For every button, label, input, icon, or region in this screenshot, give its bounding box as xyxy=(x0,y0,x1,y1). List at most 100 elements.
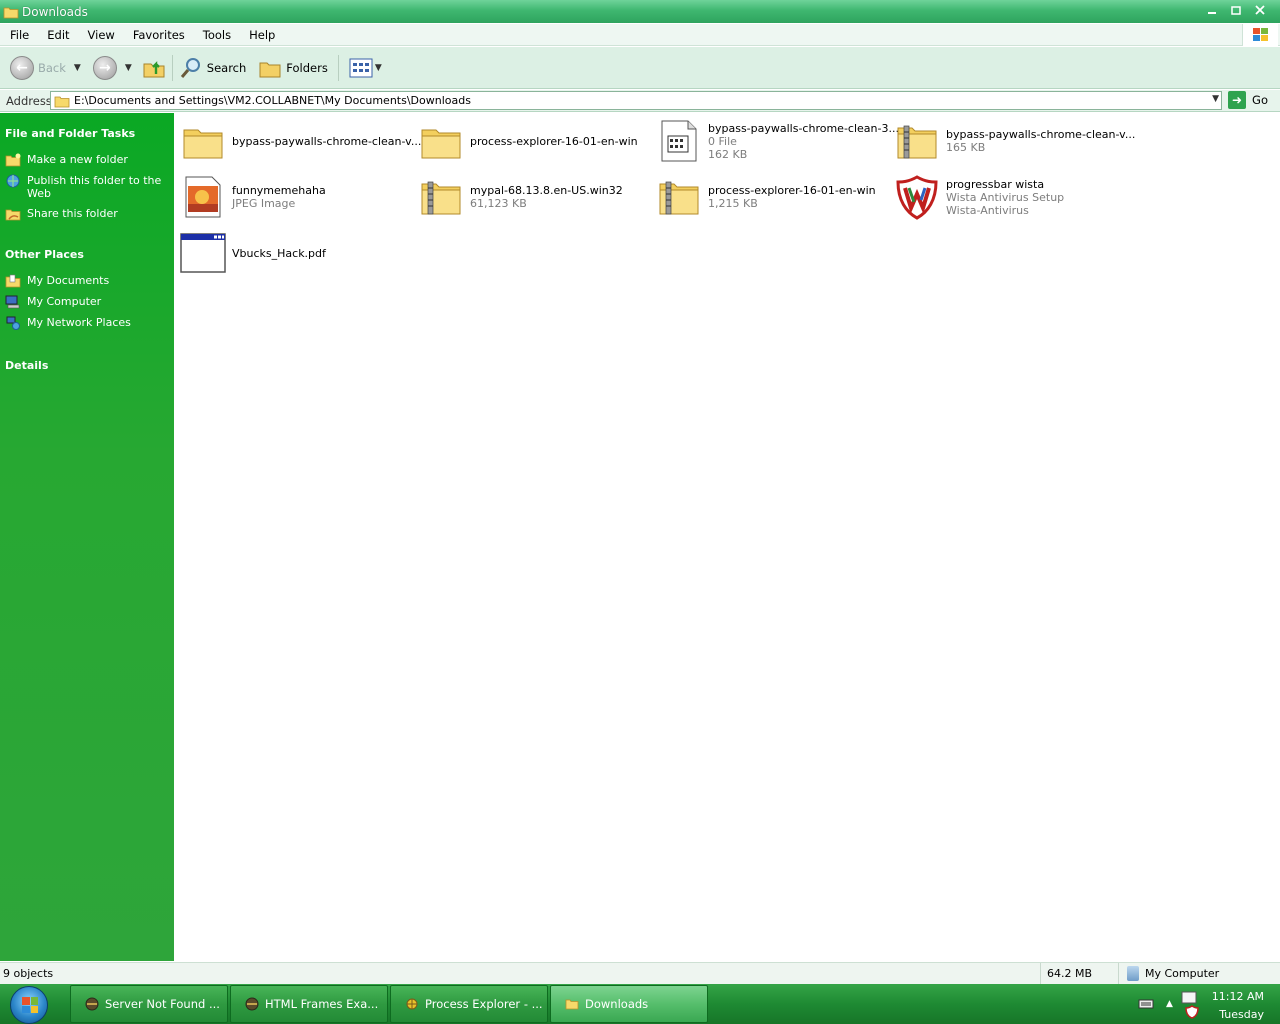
publish-web-icon xyxy=(6,174,20,188)
file-item[interactable]: bypass-paywalls-chrome-clean-v... xyxy=(180,113,421,169)
browser-icon xyxy=(245,997,259,1011)
file-name: Vbucks_Hack.pdf xyxy=(232,246,326,260)
folder-icon xyxy=(421,129,461,159)
folder-icon xyxy=(54,96,70,107)
menu-view[interactable]: View xyxy=(78,28,123,42)
taskbar-button-server-not-found[interactable]: Server Not Found ... xyxy=(70,985,228,1023)
go-label: Go xyxy=(1252,93,1268,107)
share-folder-icon xyxy=(5,209,21,221)
close-button[interactable] xyxy=(1250,2,1270,18)
back-label: Back xyxy=(38,60,66,75)
menu-tools[interactable]: Tools xyxy=(193,28,239,42)
jpeg-image-icon xyxy=(185,176,221,218)
zip-folder-icon xyxy=(659,181,699,215)
up-folder-button[interactable] xyxy=(142,56,166,80)
go-button[interactable]: ➜ Go xyxy=(1228,91,1268,109)
zone-label: My Computer xyxy=(1145,967,1220,980)
file-item[interactable]: process-explorer-16-01-en-win 1,215 KB xyxy=(656,169,892,225)
task-share-folder[interactable]: Share this folder xyxy=(5,207,174,221)
taskbar-button-label: Downloads xyxy=(585,997,649,1011)
folder-icon xyxy=(183,129,223,159)
keyboard-icon[interactable] xyxy=(1138,998,1154,1010)
place-label: My Documents xyxy=(27,274,110,287)
menu-favorites[interactable]: Favorites xyxy=(123,28,193,42)
file-item[interactable]: bypass-paywalls-chrome-clean-3.... 0 Fil… xyxy=(656,113,902,169)
restore-icon xyxy=(1231,6,1241,15)
address-dropdown-arrow[interactable]: ▼ xyxy=(1212,94,1219,104)
file-icon xyxy=(661,120,697,162)
clock[interactable]: 11:12 AM Tuesday xyxy=(1212,988,1264,1024)
file-name: progressbar wista xyxy=(946,177,1045,191)
file-type: JPEG Image xyxy=(232,197,296,210)
taskbar-button-process-explorer[interactable]: Process Explorer - ... xyxy=(390,985,548,1023)
minimize-button[interactable] xyxy=(1202,2,1222,18)
object-count: 9 objects xyxy=(3,967,54,980)
place-my-computer[interactable]: My Computer xyxy=(5,295,174,309)
file-item[interactable]: Vbucks_Hack.pdf xyxy=(180,225,416,281)
forward-dropdown-arrow[interactable]: ▼ xyxy=(125,63,132,73)
file-item[interactable]: process-explorer-16-01-en-win xyxy=(418,113,654,169)
details-title[interactable]: Details xyxy=(5,359,174,372)
file-item[interactable]: mypal-68.13.8.en-US.win32 61,123 KB xyxy=(418,169,654,225)
file-name: bypass-paywalls-chrome-clean-3.... xyxy=(708,121,903,135)
back-dropdown-arrow[interactable]: ▼ xyxy=(74,63,81,73)
antivirus-shield-icon xyxy=(896,175,938,220)
menu-file[interactable]: File xyxy=(0,28,37,42)
zone-indicator: My Computer xyxy=(1118,963,1227,984)
file-item[interactable]: funnymemehaha JPEG Image xyxy=(180,169,416,225)
other-places-title[interactable]: Other Places xyxy=(5,248,174,261)
file-item[interactable]: progressbar wista Wista Antivirus Setup … xyxy=(894,169,1130,225)
title-bar[interactable]: Downloads xyxy=(0,0,1280,23)
close-icon xyxy=(1255,5,1265,15)
taskbar-button-downloads[interactable]: Downloads xyxy=(550,985,708,1023)
views-dropdown-arrow: ▼ xyxy=(374,62,382,73)
taskbar-button-label: Process Explorer - ... xyxy=(425,997,543,1011)
views-button[interactable]: ▼ xyxy=(349,58,382,78)
place-label: My Computer xyxy=(27,295,102,308)
file-folder-tasks-title[interactable]: File and Folder Tasks xyxy=(5,127,174,140)
process-explorer-icon xyxy=(406,998,418,1010)
other-places-section: Other Places My Documents My Computer My… xyxy=(0,248,174,330)
network-places-icon xyxy=(6,316,20,330)
task-label: Publish this folder to the Web xyxy=(27,174,162,200)
file-list: bypass-paywalls-chrome-clean-v... proces… xyxy=(174,113,1280,961)
total-size: 64.2 MB xyxy=(1040,963,1118,984)
menu-edit[interactable]: Edit xyxy=(37,28,77,42)
start-button[interactable] xyxy=(10,986,48,1024)
windows-flag-icon xyxy=(1252,28,1268,41)
windows-logo xyxy=(1242,24,1278,46)
system-tray: ▲ 11:12 AM Tuesday xyxy=(1130,984,1280,1024)
place-network-places[interactable]: My Network Places xyxy=(5,316,174,330)
file-name: bypass-paywalls-chrome-clean-v... xyxy=(232,134,422,148)
file-type: 0 File xyxy=(708,134,737,148)
file-size: 61,123 KB xyxy=(470,197,527,210)
antivirus-tray-icon[interactable] xyxy=(1185,1005,1199,1019)
task-label: Share this folder xyxy=(27,207,118,220)
place-my-documents[interactable]: My Documents xyxy=(5,274,174,288)
address-input[interactable]: E:\Documents and Settings\VM2.COLLABNET\… xyxy=(50,91,1222,110)
new-folder-icon xyxy=(5,153,21,167)
task-make-new-folder[interactable]: Make a new folder xyxy=(5,153,174,167)
search-button[interactable]: Search xyxy=(179,56,247,80)
address-path: E:\Documents and Settings\VM2.COLLABNET\… xyxy=(74,94,471,107)
back-button[interactable]: ← Back xyxy=(10,55,66,80)
file-name: funnymemehaha xyxy=(232,184,326,197)
my-computer-icon xyxy=(5,295,20,309)
folder-icon xyxy=(565,999,579,1010)
task-label: Make a new folder xyxy=(27,153,128,166)
forward-button[interactable]: → xyxy=(92,55,117,80)
task-publish-folder-web[interactable]: Publish this folder to the Web xyxy=(5,174,174,200)
file-item[interactable]: bypass-paywalls-chrome-clean-v... 165 KB xyxy=(894,113,1135,169)
file-size: 165 KB xyxy=(946,141,986,154)
folder-icon xyxy=(3,7,19,18)
tray-expand-arrow[interactable]: ▲ xyxy=(1166,999,1173,1009)
menu-bar: File Edit View Favorites Tools Help xyxy=(0,24,1280,46)
menu-help[interactable]: Help xyxy=(239,28,283,42)
task-pane: File and Folder Tasks Make a new folder … xyxy=(0,113,174,961)
taskbar-button-html-frames[interactable]: HTML Frames Exa... xyxy=(230,985,388,1023)
file-name: bypass-paywalls-chrome-clean-v... xyxy=(946,128,1136,141)
maximize-button[interactable] xyxy=(1226,2,1246,18)
search-label: Search xyxy=(206,60,247,75)
folders-button[interactable]: Folders xyxy=(258,57,328,79)
file-name: process-explorer-16-01-en-win xyxy=(470,134,638,148)
